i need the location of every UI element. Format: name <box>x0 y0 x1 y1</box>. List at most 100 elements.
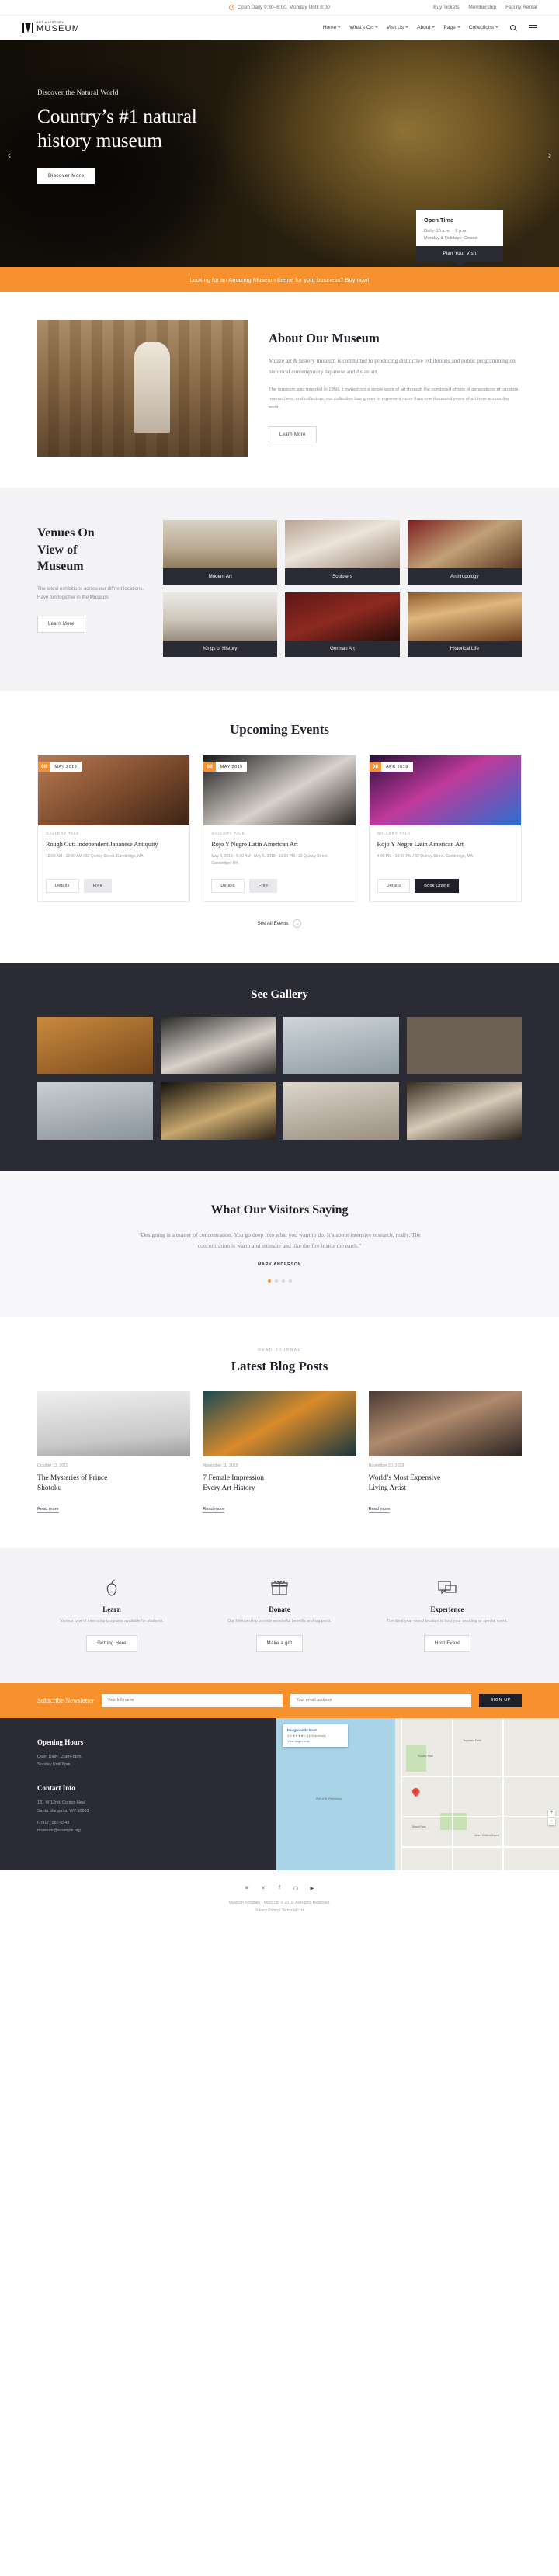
event-meta: May 8, 2019 - 5:00 AM - May 5, 2019 - 11… <box>211 854 328 866</box>
promo-text: Looking for an Amazing Museum theme for … <box>189 276 370 283</box>
event-price-button[interactable]: Free <box>83 879 112 894</box>
privacy-policy-link[interactable]: Privacy Policy <box>255 1908 279 1913</box>
venue-card[interactable]: Sculpters <box>285 520 400 585</box>
link-facility-rental[interactable]: Facility Rental <box>505 5 537 10</box>
nav-item-whats-on[interactable]: What's On <box>349 25 378 30</box>
carousel-dot[interactable] <box>274 1279 278 1283</box>
footer-hours-title: Opening Hours <box>37 1738 84 1746</box>
event-book-online-button[interactable]: Book Online <box>415 879 459 894</box>
footer-map[interactable]: Fairgrounds East 4.5 ★★★★☆ (128 reviews)… <box>276 1717 559 1871</box>
venue-card[interactable]: Modern Art <box>163 520 278 585</box>
carousel-dot[interactable] <box>281 1279 285 1283</box>
map-zoom-in-button[interactable]: + <box>548 1809 555 1817</box>
terms-of-use-link[interactable]: Terms of Use <box>282 1908 304 1913</box>
feature-button[interactable]: Make a gift <box>255 1634 304 1652</box>
footer-contact-email[interactable]: museum@example.org <box>37 1827 276 1835</box>
footer-contact-title: Contact Info <box>37 1784 75 1793</box>
event-details-button[interactable]: Details <box>377 879 411 894</box>
testimonial-section: What Our Visitors Saying “Designing is a… <box>0 1171 559 1318</box>
carousel-dot[interactable] <box>288 1279 292 1283</box>
logo-title: MUSEUM <box>36 23 81 33</box>
blog-post-date: November 20, 2019 <box>368 1458 414 1473</box>
nav-label: Home <box>322 24 337 30</box>
site-logo[interactable]: ART & HISTORY MUSEUM <box>22 21 81 33</box>
event-details-button[interactable]: Details <box>46 879 79 894</box>
search-icon[interactable] <box>510 24 516 30</box>
gallery-item[interactable] <box>160 1082 276 1140</box>
gallery-item[interactable] <box>37 1017 153 1075</box>
carousel-dot[interactable] <box>267 1279 271 1283</box>
event-card[interactable]: 08 MAY 2019 GALLERY TALK Rojo Y Negro La… <box>203 755 356 903</box>
blog-post-card[interactable]: November 11, 2019 7 Female Impression Ev… <box>203 1391 356 1513</box>
gift-icon <box>205 1578 354 1598</box>
event-card[interactable]: 08 APR 2019 GALLERY TALK Rojo Y Negro La… <box>368 755 522 903</box>
gallery-item[interactable] <box>406 1082 522 1140</box>
venue-card[interactable]: Anthropology <box>407 520 522 585</box>
map-info-card[interactable]: Fairgrounds East 4.5 ★★★★☆ (128 reviews)… <box>283 1724 348 1747</box>
venue-card[interactable]: Kings of History <box>163 592 278 657</box>
blog-post-date: November 11, 2019 <box>203 1458 248 1473</box>
link-membership[interactable]: Membership <box>468 5 496 10</box>
event-price-button[interactable]: Free <box>248 879 278 894</box>
chat-icon <box>373 1578 522 1598</box>
legal-links: Privacy Policy / Terms of Use <box>0 1907 559 1915</box>
blog-post-card[interactable]: November 20, 2019 World’s Most Expensive… <box>368 1391 522 1513</box>
newsletter-signup-button[interactable]: SIGN UP <box>479 1693 522 1707</box>
newsletter-email-input[interactable] <box>290 1693 472 1707</box>
venues-heading-line-2: View of <box>37 543 78 557</box>
blog-read-more-link[interactable]: Read more <box>203 1506 224 1513</box>
plan-your-visit-button[interactable]: Plan Your Visit <box>416 246 503 262</box>
map-zoom-out-button[interactable]: − <box>548 1817 555 1825</box>
chevron-left-icon[interactable]: ‹ <box>8 149 11 161</box>
nav-item-about[interactable]: About <box>417 24 436 30</box>
map-card-link[interactable]: View larger map <box>287 1739 343 1743</box>
hero-cta-button[interactable]: Discover More <box>37 168 95 185</box>
blog-post-card[interactable]: October 13, 2019 The Mysteries of Prince… <box>37 1391 191 1513</box>
link-buy-tickets[interactable]: Buy Tickets <box>433 5 459 10</box>
see-all-events-button[interactable]: See All Events → <box>37 919 522 929</box>
footer-contact-phone: t. (917) 987-6543 <box>37 1820 70 1825</box>
twitter-icon[interactable]: w <box>244 1884 251 1891</box>
venue-image <box>407 520 522 568</box>
nav-item-visit-us[interactable]: Visit Us <box>387 25 409 30</box>
gallery-item[interactable] <box>283 1017 399 1075</box>
gallery-item[interactable] <box>160 1017 276 1075</box>
venue-card[interactable]: Historical Life <box>407 592 522 657</box>
event-category: GALLERY TALK <box>377 832 411 836</box>
venue-card[interactable]: German Art <box>285 592 400 657</box>
feature-button[interactable]: Host Event <box>423 1634 471 1652</box>
about-section: About Our Museum Muzze art & history mus… <box>37 292 522 488</box>
gallery-item[interactable] <box>37 1082 153 1140</box>
blog-post-image <box>37 1391 191 1457</box>
event-card[interactable]: 08 MAY 2019 GALLERY TALK Rough Cut: Inde… <box>37 755 191 903</box>
about-learn-more-button[interactable]: Learn More <box>269 425 317 443</box>
youtube-icon[interactable]: ▶ <box>309 1884 316 1891</box>
vimeo-icon[interactable]: v <box>260 1884 267 1891</box>
gallery-item[interactable] <box>406 1017 522 1075</box>
nav-item-page[interactable]: Page <box>443 25 460 30</box>
newsletter-name-input[interactable] <box>102 1693 283 1707</box>
instagram-icon[interactable]: ▢ <box>293 1884 300 1891</box>
event-details-button[interactable]: Details <box>211 879 245 894</box>
promo-banner[interactable]: Looking for an Amazing Museum theme for … <box>0 267 559 292</box>
events-section: Upcoming Events 08 MAY 2019 GALLERY TALK… <box>37 691 522 963</box>
blog-kicker: READ JOURNAL <box>258 1348 301 1353</box>
nav-item-home[interactable]: Home <box>323 25 342 30</box>
chevron-right-icon[interactable]: › <box>548 149 551 161</box>
facebook-icon[interactable]: f <box>276 1884 283 1891</box>
blog-post-title-line-2: Living Artist <box>368 1484 406 1492</box>
feature-button[interactable]: Getting Here <box>86 1634 137 1652</box>
blog-read-more-link[interactable]: Read more <box>37 1506 59 1513</box>
chevron-down-icon <box>405 26 409 29</box>
nav-item-collections[interactable]: Collections <box>469 25 498 30</box>
venues-learn-more-button[interactable]: Learn More <box>37 615 85 633</box>
hamburger-icon[interactable] <box>529 24 537 31</box>
event-day: 08 <box>38 762 50 772</box>
blog-read-more-link[interactable]: Read more <box>368 1506 391 1513</box>
venue-label: Modern Art <box>163 568 278 585</box>
feature-desc: Various type of internship programs avai… <box>60 1618 164 1623</box>
nav-label: About <box>417 24 431 30</box>
event-category: GALLERY TALK <box>46 832 80 836</box>
gallery-item[interactable] <box>283 1082 399 1140</box>
hero-title-line-1: Country’s #1 natural <box>37 105 197 127</box>
